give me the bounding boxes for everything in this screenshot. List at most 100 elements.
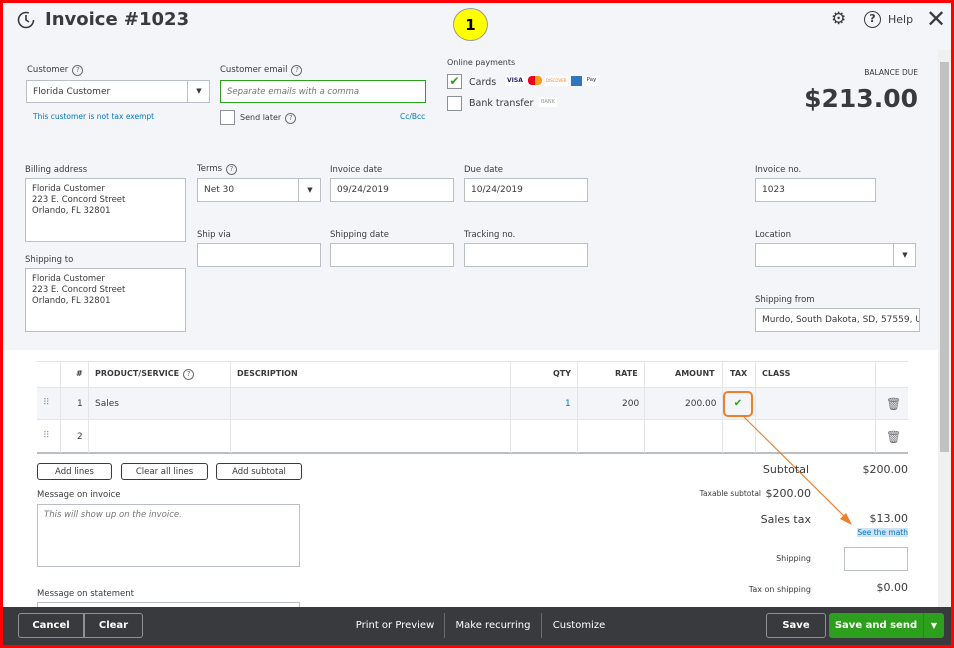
customer-email-input[interactable]	[220, 80, 426, 103]
shipping-date-input[interactable]	[330, 243, 454, 267]
customer-select[interactable]: Florida Customer ▼	[26, 80, 210, 103]
taxable-subtotal-value: $200.00	[765, 487, 812, 500]
cancel-button[interactable]: Cancel	[18, 613, 84, 638]
close-icon[interactable]: ✕	[926, 5, 946, 33]
shipping-to-input[interactable]: Florida Customer 223 E. Concord Street Orl…	[25, 268, 186, 332]
bank-transfer-checkbox[interactable]	[447, 96, 462, 111]
col-header-amount: AMOUNT	[675, 369, 715, 378]
due-date-label: Due date	[464, 165, 504, 175]
row-num: 2	[77, 432, 83, 442]
mastercard-logo	[527, 76, 542, 85]
shipping-from-input[interactable]: Murdo, South Dakota, SD, 57559, U	[755, 308, 920, 332]
row-qty[interactable]: 1	[565, 399, 571, 409]
customer-email-label: Customer email?	[220, 65, 303, 76]
step-badge: 1	[453, 8, 488, 41]
online-payments-label: Online payments	[447, 58, 516, 67]
shipping-to-label: Shipping to	[25, 255, 74, 265]
bank-transfer-label: Bank transfer	[469, 98, 534, 109]
scrollbar-thumb	[940, 62, 949, 452]
add-lines-button[interactable]: Add lines	[37, 463, 112, 480]
gear-icon[interactable]: ⚙	[831, 9, 846, 29]
drag-handle-icon[interactable]: ⠿	[43, 398, 50, 408]
invoice-date-input[interactable]: 09/24/2019	[330, 178, 454, 202]
invoice-no-label: Invoice no.	[755, 165, 802, 175]
visa-logo: VISA	[505, 76, 525, 86]
chevron-down-icon: ▼	[298, 179, 321, 201]
clear-button[interactable]: Clear	[84, 613, 143, 638]
shipping-from-label: Shipping from	[755, 295, 815, 305]
taxable-subtotal-label: Taxable subtotal	[699, 489, 761, 498]
chevron-down-icon: ▼	[893, 244, 916, 266]
balance-due-label: BALANCE DUE	[864, 68, 918, 77]
trash-icon[interactable]: 🗑	[886, 430, 901, 444]
tracking-no-label: Tracking no.	[464, 230, 516, 240]
amex-logo	[570, 76, 582, 86]
shipping-label: Shipping	[776, 554, 811, 563]
see-the-math-link[interactable]: See the math	[857, 528, 908, 537]
add-subtotal-button[interactable]: Add subtotal	[216, 463, 302, 480]
location-select[interactable]: ▼	[755, 243, 916, 267]
row-product[interactable]: Sales	[95, 399, 119, 409]
subtotal-label: Subtotal	[762, 463, 809, 476]
cards-checkbox[interactable]: ✔	[447, 74, 462, 89]
row-rate[interactable]: 200	[622, 399, 639, 409]
shipping-input[interactable]	[844, 547, 908, 571]
scrollbar[interactable]	[938, 50, 951, 607]
table-top-border	[37, 361, 908, 362]
message-invoice-label: Message on invoice	[37, 490, 121, 500]
recent-transactions-icon[interactable]	[16, 10, 36, 30]
location-label: Location	[755, 230, 791, 240]
terms-select[interactable]: Net 30 ▼	[197, 178, 321, 202]
make-recurring-button[interactable]: Make recurring	[448, 613, 538, 638]
ship-via-input[interactable]	[197, 243, 321, 267]
terms-label: Terms?	[197, 164, 238, 175]
save-and-send-button[interactable]: Save and send	[829, 613, 923, 638]
card-logos: VISA DISCOVER Pay	[505, 76, 599, 86]
col-header-rate: RATE	[615, 369, 638, 378]
apple-pay-logo: Pay	[584, 76, 599, 86]
col-header-class: CLASS	[762, 369, 791, 378]
tax-on-shipping-label: Tax on shipping	[748, 585, 811, 594]
cards-label: Cards	[469, 77, 497, 88]
customer-label: Customer?	[27, 65, 84, 76]
sales-tax-label: Sales tax	[760, 513, 811, 526]
message-invoice-input[interactable]	[37, 504, 300, 567]
print-preview-button[interactable]: Print or Preview	[350, 613, 440, 638]
drag-handle-icon[interactable]: ⠿	[43, 431, 50, 441]
col-header-product: PRODUCT/SERVICE?	[95, 369, 195, 380]
tax-on-shipping-value: $0.00	[876, 581, 909, 594]
billing-address-input[interactable]: Florida Customer 223 E. Concord Street Orl…	[25, 178, 186, 242]
help-icon[interactable]: ?	[864, 11, 881, 28]
chevron-down-icon[interactable]: ▼	[923, 613, 944, 638]
tax-exempt-note: This customer is not tax exempt	[33, 112, 155, 121]
clear-all-lines-button[interactable]: Clear all lines	[121, 463, 208, 480]
subtotal-value: $200.00	[862, 463, 909, 476]
ship-via-label: Ship via	[197, 230, 231, 240]
help-icon: ?	[72, 65, 84, 76]
discover-logo: DISCOVER	[544, 76, 568, 86]
col-header-num: #	[76, 369, 83, 378]
cc-bcc-link[interactable]: Cc/Bcc	[400, 112, 425, 121]
col-header-tax: TAX	[730, 369, 748, 378]
invoice-no-input[interactable]: 1023	[755, 178, 876, 202]
page-title: Invoice #1023	[45, 9, 190, 30]
help-button[interactable]: Help	[888, 13, 913, 26]
balance-due-amount: $213.00	[804, 84, 918, 113]
trash-icon[interactable]: 🗑	[886, 397, 901, 411]
send-later-checkbox[interactable]	[220, 110, 235, 125]
save-button[interactable]: Save	[766, 613, 826, 638]
customize-button[interactable]: Customize	[544, 613, 614, 638]
row-amount[interactable]: 200.00	[685, 399, 717, 409]
billing-address-label: Billing address	[25, 165, 88, 175]
due-date-input[interactable]: 10/24/2019	[464, 178, 588, 202]
message-statement-label: Message on statement	[37, 589, 135, 599]
col-header-description: DESCRIPTION	[237, 369, 298, 378]
sales-tax-value: $13.00	[869, 512, 909, 525]
tax-checkbox[interactable]: ✔	[723, 391, 753, 417]
invoice-date-label: Invoice date	[330, 165, 383, 175]
bank-logo: BANK	[539, 97, 557, 107]
row-num: 1	[77, 399, 83, 409]
tracking-no-input[interactable]	[464, 243, 588, 267]
shipping-date-label: Shipping date	[330, 230, 389, 240]
col-header-qty: QTY	[553, 369, 572, 378]
